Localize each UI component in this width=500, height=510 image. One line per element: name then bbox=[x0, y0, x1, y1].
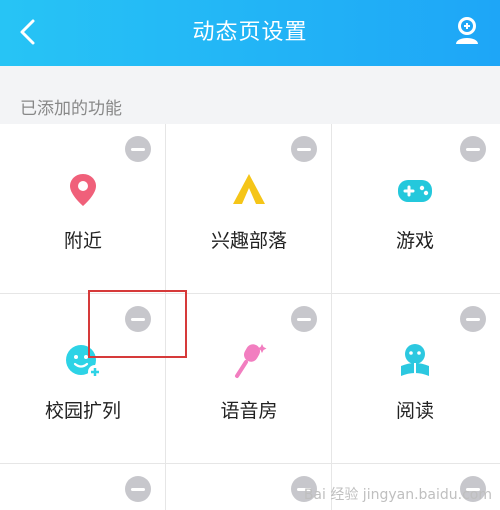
section-header: 已添加的功能 bbox=[0, 66, 500, 122]
tent-icon bbox=[233, 174, 265, 204]
remove-icon[interactable] bbox=[125, 136, 151, 162]
header-bar: 动态页设置 bbox=[0, 0, 500, 66]
watermark: Bai 经验 jingyan.baidu.com bbox=[303, 487, 492, 503]
section-label: 已添加的功能 bbox=[20, 99, 122, 119]
user-add-icon[interactable] bbox=[450, 14, 484, 48]
feature-cell-partial[interactable] bbox=[0, 464, 166, 510]
feature-reading[interactable]: 阅读 bbox=[332, 294, 500, 464]
gamepad-icon bbox=[398, 180, 432, 202]
reading-icon bbox=[401, 344, 429, 376]
feature-grid: 附近 兴趣部落 游戏 校园扩列 语音房 阅读 bbox=[0, 124, 500, 510]
feature-voice-room[interactable]: 语音房 bbox=[166, 294, 332, 464]
remove-icon[interactable] bbox=[460, 136, 486, 162]
location-pin-icon bbox=[70, 174, 96, 206]
feature-nearby[interactable]: 附近 bbox=[0, 124, 166, 294]
page-title: 动态页设置 bbox=[192, 20, 308, 45]
feature-label: 语音房 bbox=[220, 400, 278, 422]
feature-label: 附近 bbox=[63, 230, 102, 252]
feature-label: 阅读 bbox=[395, 400, 434, 422]
remove-icon[interactable] bbox=[460, 306, 486, 332]
microphone-icon bbox=[235, 344, 267, 378]
feature-interest-tribe[interactable]: 兴趣部落 bbox=[166, 124, 332, 294]
feature-label: 兴趣部落 bbox=[210, 230, 287, 252]
remove-icon[interactable] bbox=[125, 476, 151, 502]
feature-label: 游戏 bbox=[395, 230, 434, 252]
feature-label: 校园扩列 bbox=[44, 400, 121, 422]
remove-icon[interactable] bbox=[291, 306, 317, 332]
remove-icon[interactable] bbox=[291, 136, 317, 162]
feature-game[interactable]: 游戏 bbox=[332, 124, 500, 294]
highlight-annotation-box bbox=[88, 290, 187, 358]
